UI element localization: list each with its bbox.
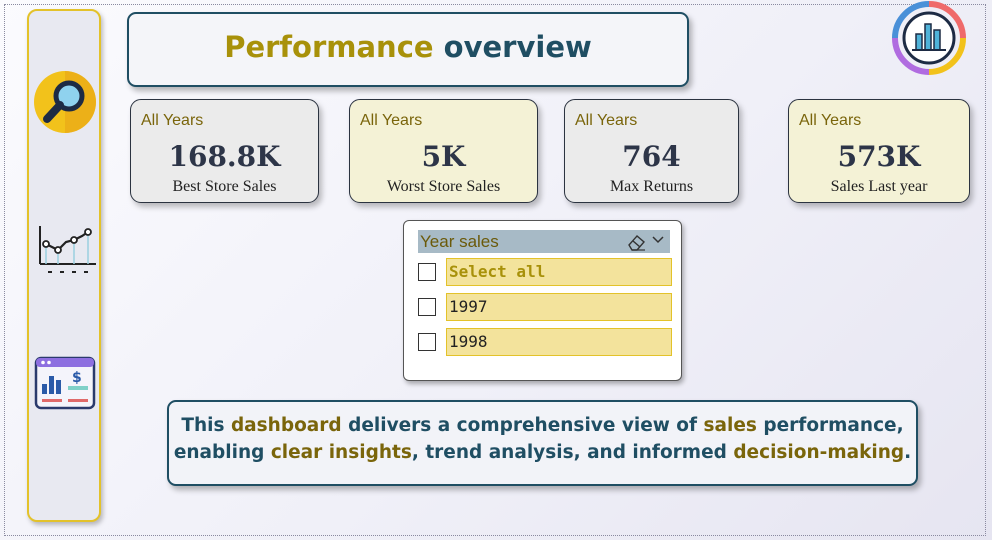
kpi-period-label: All Years <box>575 112 638 129</box>
description-segment: This <box>181 415 231 436</box>
checkbox[interactable] <box>418 333 436 351</box>
kpi-value: 764 <box>622 140 681 173</box>
analytics-logo <box>890 0 968 76</box>
kpi-caption: Max Returns <box>609 178 694 195</box>
kpi-period-label: All Years <box>360 112 423 129</box>
kpi-period-label: All Years <box>799 112 862 129</box>
checkbox[interactable] <box>418 298 436 316</box>
kpi-value: 5K <box>421 140 466 173</box>
description-segment: enabling <box>173 442 271 463</box>
kpi-caption: Best Store Sales <box>172 178 277 195</box>
nav-dashboard-button[interactable]: $ <box>34 356 96 410</box>
kpi-value: 168.8K <box>168 140 281 173</box>
dashboard-description: This dashboard delivers a comprehensive … <box>167 400 918 486</box>
chevron-down-icon[interactable] <box>650 232 666 248</box>
trend-chart-icon <box>39 226 96 273</box>
kpi-caption: Worst Store Sales <box>386 178 501 195</box>
checkbox[interactable] <box>418 263 436 281</box>
slicer-title: Year sales <box>420 232 499 251</box>
analytics-logo-icon <box>892 1 966 75</box>
title-part-1: Performance <box>224 29 434 64</box>
slicer-option-label: 1998 <box>446 328 672 356</box>
description-line-2: enabling clear insights, trend analysis,… <box>169 439 916 466</box>
description-segment: performance, <box>756 415 904 436</box>
kpi-period-label: All Years <box>141 112 204 129</box>
nav-trend-button[interactable] <box>36 222 98 276</box>
description-segment: delivers a comprehensive view of <box>341 415 704 436</box>
slicer-header: Year sales <box>418 230 670 253</box>
eraser-icon[interactable] <box>626 233 646 251</box>
description-highlight: sales <box>703 415 757 436</box>
description-segment: , trend analysis, and informed <box>411 442 734 463</box>
kpi-card-sales-last-year: All Years 573K Sales Last year <box>788 99 970 203</box>
slicer-option-1997[interactable]: 1997 <box>418 293 672 321</box>
description-highlight: clear insights <box>270 442 412 463</box>
kpi-card-best-store-sales: All Years 168.8K Best Store Sales <box>130 99 319 203</box>
page-title: Performance overview <box>224 30 592 64</box>
page-title-box: Performance overview <box>127 12 689 87</box>
slicer-option-label: Select all <box>446 258 672 286</box>
dashboard-icon: $ <box>34 356 96 410</box>
title-part-2: overview <box>443 29 592 64</box>
magnifier-icon <box>34 71 96 133</box>
kpi-card-worst-store-sales: All Years 5K Worst Store Sales <box>349 99 538 203</box>
description-segment: . <box>904 442 912 463</box>
kpi-caption: Sales Last year <box>830 178 928 195</box>
kpi-card-max-returns: All Years 764 Max Returns <box>564 99 739 203</box>
slicer-option-1998[interactable]: 1998 <box>418 328 672 356</box>
kpi-value: 573K <box>837 140 921 173</box>
nav-search-button[interactable] <box>33 70 97 134</box>
description-highlight: decision-making <box>733 442 905 463</box>
slicer-option-label: 1997 <box>446 293 672 321</box>
year-sales-slicer: Year sales Select all 1997 1998 <box>403 220 682 381</box>
description-line-1: This dashboard delivers a comprehensive … <box>169 412 916 439</box>
description-highlight: dashboard <box>230 415 342 436</box>
svg-text:$: $ <box>72 370 82 386</box>
slicer-option-select-all[interactable]: Select all <box>418 258 672 286</box>
